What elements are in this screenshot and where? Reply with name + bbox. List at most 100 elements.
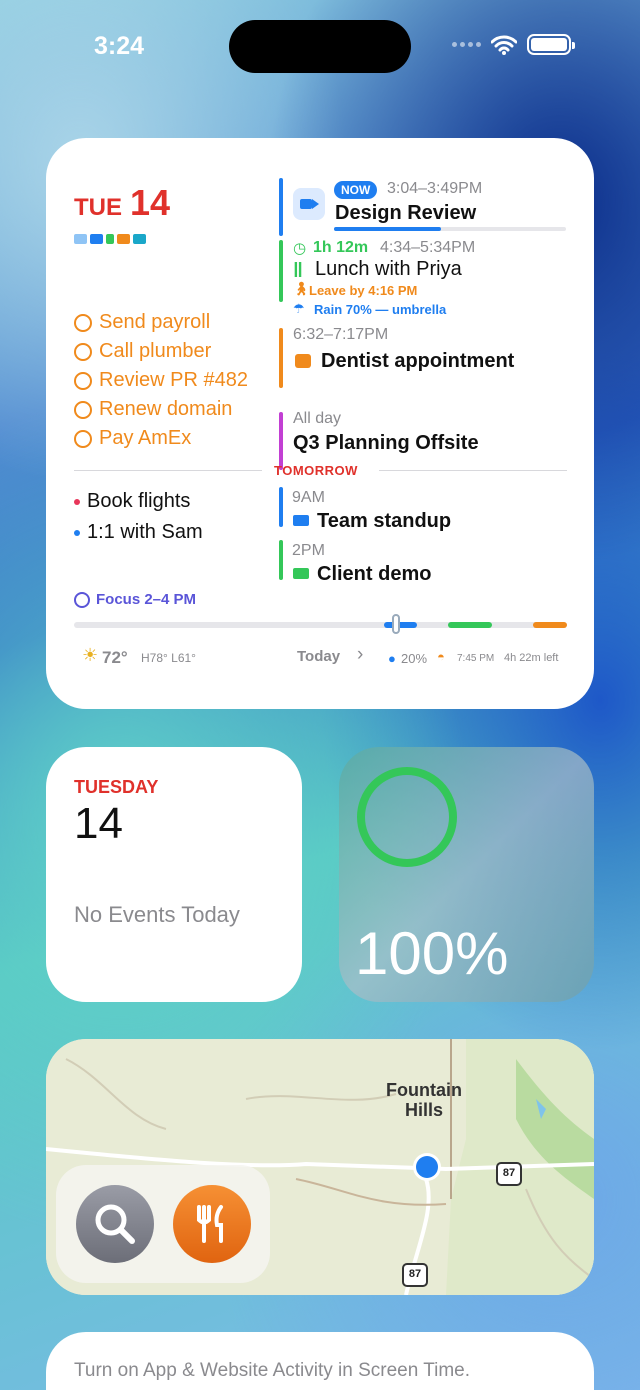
event-title: Q3 Planning Offsite (293, 432, 479, 454)
current-temp: 72° (102, 648, 128, 667)
event-all-day[interactable]: All day Q3 Planning Offsite (279, 410, 569, 470)
cellular-signal-icon (452, 42, 481, 47)
tomorrow-item[interactable]: 1:1 with Sam (74, 521, 203, 544)
battery-percent: 100% (355, 920, 509, 987)
all-day-label: All day (293, 410, 342, 427)
timeline-segment (533, 622, 567, 628)
map-widget[interactable]: Fountain Hills 87 87 (46, 1039, 594, 1295)
reminder-item[interactable]: Renew domain (74, 395, 248, 424)
timeline-segment (448, 622, 492, 628)
event-color-bar (279, 328, 283, 388)
event-color-bar (279, 178, 283, 236)
medical-bag-icon (295, 354, 311, 368)
video-icon (293, 568, 309, 579)
reminder-item[interactable]: Call plumber (74, 337, 248, 366)
focus-window[interactable]: Focus 2–4 PM (74, 591, 196, 608)
day-name: TUESDAY (74, 777, 159, 797)
video-icon (293, 515, 309, 526)
screen-time-message: Turn on App & Website Activity in Screen… (74, 1360, 471, 1381)
timeline-segment (384, 622, 417, 628)
tomorrow-item[interactable]: Book flights (74, 490, 190, 513)
event-title: Team standup (317, 510, 452, 532)
checkbox-icon[interactable] (74, 400, 92, 419)
reminder-label: Send payroll (99, 311, 211, 333)
focus-label: Focus 2–4 PM (96, 591, 197, 608)
event-time: 9AM (292, 489, 325, 506)
medical-icon (117, 234, 130, 244)
checkbox-icon[interactable] (74, 342, 92, 361)
event-time: 2PM (292, 542, 325, 559)
leave-by: Leave by 4:16 PM (309, 283, 418, 298)
sunset-icon: ◓ (437, 649, 445, 664)
screen-time-widget[interactable]: Turn on App & Website Activity in Screen… (46, 1332, 594, 1390)
no-events-message: No Events Today (74, 902, 240, 927)
video-icon (90, 234, 103, 244)
divider (379, 470, 567, 471)
event-design-review[interactable]: NOW 3:04–3:49PM Design Review (279, 178, 569, 236)
route-shield: 87 (502, 1167, 516, 1179)
calendar-widget[interactable]: TUE 14 Send payroll Call plumber Review … (46, 138, 594, 709)
now-badge: NOW (334, 181, 378, 199)
hi-lo-temp: H78° L61° (141, 651, 196, 665)
sun-icon: ☀︎ (82, 645, 99, 665)
event-color-bar (279, 540, 283, 580)
place-label: Fountain Hills (386, 1080, 462, 1120)
battery-widget[interactable]: 100% (339, 747, 594, 1002)
timer-icon: ◷ (293, 240, 307, 257)
day-number: 14 (130, 182, 171, 223)
countdown: 1h 12m (313, 239, 369, 256)
reminder-label: Call plumber (99, 340, 212, 362)
battery-icon (527, 34, 575, 55)
reminders-list: Send payroll Call plumber Review PR #482… (74, 308, 248, 453)
today-button[interactable]: Today (297, 648, 340, 665)
day-of-week: TUE (74, 194, 122, 221)
now-marker (392, 614, 400, 634)
reminder-label: Renew domain (99, 398, 233, 420)
tomorrow-item-label: 1:1 with Sam (87, 521, 203, 543)
event-color-bar (279, 487, 283, 527)
event-lunch[interactable]: ◷ 1h 12m 4:34–5:34PM ǁ Lunch with Priya … (279, 239, 569, 317)
event-title: Dentist appointment (321, 350, 515, 372)
search-icon[interactable] (76, 1185, 154, 1263)
event-title: Lunch with Priya (315, 258, 462, 280)
event-team-standup[interactable]: 9AM Team standup (279, 487, 569, 533)
tomorrow-label: TOMORROW (274, 463, 358, 478)
reminder-item[interactable]: Pay AmEx (74, 424, 248, 453)
sunset-time: 7:45 PM (457, 653, 495, 664)
cart-icon (133, 234, 146, 244)
reminder-item[interactable]: Review PR #482 (74, 366, 248, 395)
event-dentist[interactable]: 6:32–7:17PM Dentist appointment (279, 326, 569, 390)
day-widget[interactable]: TUESDAY 14 No Events Today (46, 747, 302, 1002)
reminder-label: Pay AmEx (99, 427, 192, 449)
crosshair-icon (74, 591, 90, 608)
event-progress-bar (334, 227, 566, 231)
checkbox-icon[interactable] (74, 371, 92, 390)
video-icon (74, 234, 87, 244)
checkbox-icon[interactable] (74, 313, 92, 332)
wifi-icon (491, 35, 517, 55)
date-header: TUE 14 (74, 182, 170, 224)
bullet-dot (74, 529, 80, 536)
status-icons (452, 34, 575, 55)
dynamic-island (229, 20, 411, 73)
rain-chance: 20% (401, 651, 428, 666)
event-title: Client demo (317, 563, 432, 585)
checkbox-icon[interactable] (74, 429, 92, 448)
raindrop-icon: ● (388, 651, 396, 666)
event-title: Design Review (335, 202, 477, 224)
reminder-item[interactable]: Send payroll (74, 308, 248, 337)
fork-knife-icon[interactable] (173, 1185, 251, 1263)
event-client-demo[interactable]: 2PM Client demo (279, 540, 569, 586)
chevron-right-icon[interactable]: › (357, 644, 363, 666)
video-call-icon (293, 188, 325, 220)
event-color-bar (279, 412, 283, 470)
event-type-icons (74, 234, 146, 244)
fork-knife-icon (106, 234, 114, 244)
battery-ring (357, 767, 457, 867)
status-time: 3:24 (94, 32, 145, 60)
event-time: 6:32–7:17PM (293, 326, 389, 343)
map-actions (56, 1165, 270, 1283)
walking-icon: 🚶︎ (293, 281, 310, 296)
reminder-label: Review PR #482 (99, 369, 248, 391)
day-timeline (74, 614, 567, 634)
